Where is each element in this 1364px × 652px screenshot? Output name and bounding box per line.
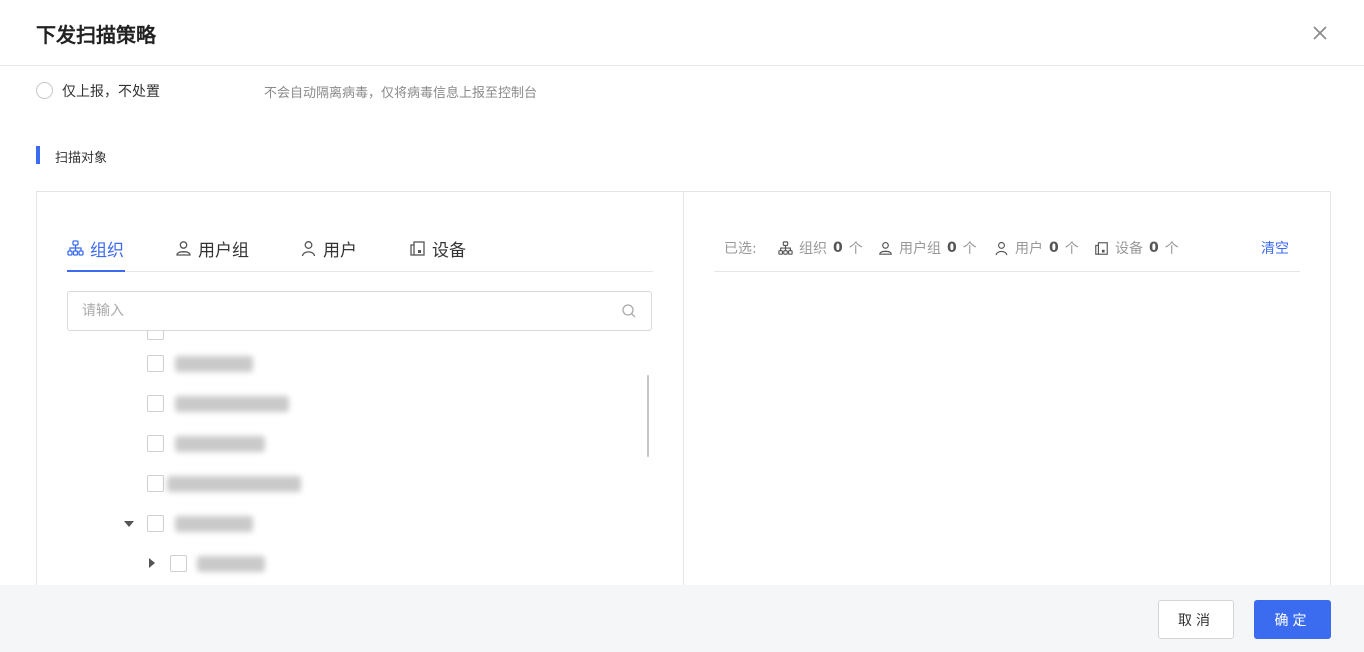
active-tab-underline: [67, 270, 125, 272]
target-type-tabs: 组织 用户组 用户 设备: [67, 230, 653, 272]
tree-scrollbar[interactable]: [647, 375, 649, 457]
org-count: 0: [833, 240, 843, 256]
tab-user-label: 用户: [323, 241, 357, 261]
tab-user[interactable]: 用户: [300, 236, 357, 272]
tree-row[interactable]: [67, 473, 627, 497]
selected-org-count: 组织 0 个: [778, 238, 863, 258]
dialog-header: 下发扫描策略: [0, 0, 1364, 66]
tree-checkbox[interactable]: [147, 331, 164, 340]
redacted-node-name: [175, 356, 253, 372]
report-only-radio[interactable]: [36, 82, 53, 99]
user-group-icon: [176, 241, 191, 256]
user-group-label: 用户组: [899, 241, 941, 257]
scan-policy-dialog: 下发扫描策略 仅上报，不处置 不会自动隔离病毒，仅将病毒信息上报至控制台 扫描对…: [0, 0, 1364, 652]
org-tree-icon: [778, 240, 793, 255]
confirm-button[interactable]: 确定: [1254, 600, 1331, 639]
clear-selection-link[interactable]: 清空: [1261, 238, 1289, 258]
tab-device[interactable]: 设备: [409, 236, 466, 272]
selected-prefix: 已选:: [724, 241, 757, 257]
redacted-node-name: [197, 556, 265, 572]
cancel-button[interactable]: 取消: [1158, 600, 1234, 639]
selected-user-count: 用户 0 个: [994, 238, 1079, 258]
user-group-icon: [879, 241, 892, 255]
tree-row[interactable]: [67, 353, 627, 377]
tab-org[interactable]: 组织: [67, 236, 124, 272]
selected-prefix-item: 已选:: [724, 238, 757, 258]
org-unit: 个: [848, 241, 863, 257]
tab-device-label: 设备: [432, 241, 466, 261]
tab-org-label: 组织: [90, 241, 124, 261]
selected-user-group-count: 用户组 0 个: [878, 238, 977, 258]
tree-checkbox[interactable]: [147, 515, 164, 532]
org-label: 组织: [799, 241, 827, 257]
tree-row[interactable]: [67, 393, 627, 417]
tree-checkbox[interactable]: [170, 555, 187, 572]
org-tree-icon: [67, 240, 84, 256]
scan-target-panel: 组织 用户组 用户 设备 请输入 已选: 组织 0 个 用户组 0 个 用户 0…: [36, 191, 1331, 592]
redacted-node-name: [175, 516, 253, 532]
user-count: 0: [1049, 240, 1059, 256]
expand-caret-right-icon[interactable]: [149, 558, 155, 568]
device-label: 设备: [1115, 241, 1143, 257]
tree-checkbox[interactable]: [147, 475, 164, 492]
user-unit: 个: [1064, 241, 1079, 257]
disposal-option-report-only[interactable]: 仅上报，不处置 不会自动隔离病毒，仅将病毒信息上报至控制台: [36, 80, 736, 102]
report-only-description: 不会自动隔离病毒，仅将病毒信息上报至控制台: [264, 86, 538, 101]
org-tree: [67, 331, 653, 586]
tree-row[interactable]: [67, 331, 627, 345]
dialog-footer: 取消 确定: [0, 585, 1364, 652]
tree-row[interactable]: [67, 433, 627, 457]
selected-device-count: 设备 0 个: [1094, 238, 1179, 258]
panel-divider: [683, 192, 684, 592]
tab-user-group[interactable]: 用户组: [175, 236, 249, 272]
close-icon[interactable]: [1310, 23, 1330, 43]
tree-checkbox[interactable]: [147, 435, 164, 452]
user-group-count: 0: [947, 240, 957, 256]
user-icon: [995, 241, 1008, 255]
device-icon: [1095, 241, 1108, 255]
user-label: 用户: [1015, 241, 1043, 257]
section-accent-bar: [36, 146, 40, 164]
tab-user-group-label: 用户组: [198, 241, 249, 261]
device-icon: [410, 241, 425, 256]
tree-row[interactable]: [67, 513, 627, 537]
redacted-node-name: [175, 436, 265, 452]
search-input[interactable]: [68, 292, 608, 330]
user-icon: [301, 241, 316, 257]
redacted-node-name: [175, 396, 289, 412]
user-group-unit: 个: [962, 241, 977, 257]
search-box: [67, 291, 652, 331]
device-unit: 个: [1164, 241, 1179, 257]
tree-row[interactable]: [67, 553, 627, 577]
expand-caret-down-icon[interactable]: [124, 521, 134, 527]
device-count: 0: [1149, 240, 1159, 256]
section-title: 扫描对象: [55, 151, 108, 166]
report-only-label: 仅上报，不处置: [62, 84, 160, 100]
redacted-node-name: [167, 476, 301, 492]
dialog-title: 下发扫描策略: [36, 23, 156, 47]
search-icon[interactable]: [621, 303, 637, 319]
selected-summary: 已选: 组织 0 个 用户组 0 个 用户 0 个 设备 0 个 清空: [714, 230, 1300, 272]
tree-checkbox[interactable]: [147, 355, 164, 372]
tree-checkbox[interactable]: [147, 395, 164, 412]
